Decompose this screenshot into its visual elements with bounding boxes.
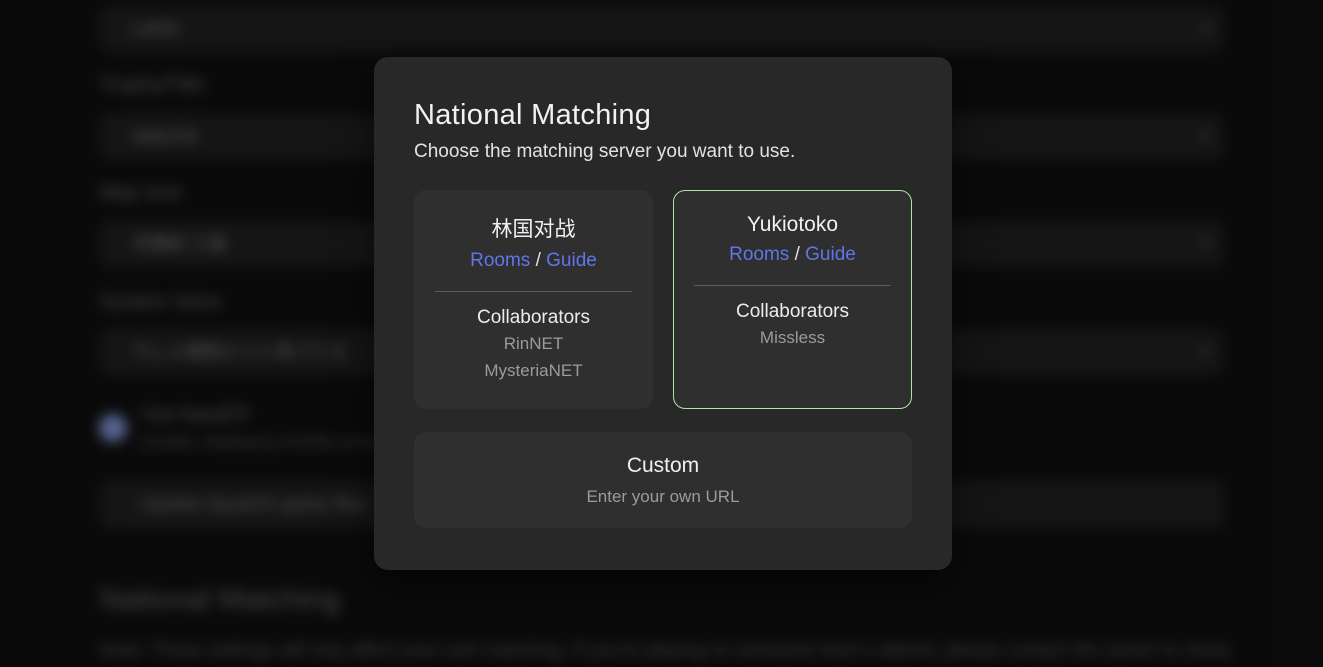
card-divider — [694, 285, 891, 286]
server-name: Yukiotoko — [674, 213, 911, 237]
server-card-yukiotoko[interactable]: Yukiotoko Rooms / Guide Collaborators Mi… — [673, 190, 912, 409]
custom-card-title: Custom — [627, 454, 699, 478]
collaborator-name: MysteriaNET — [415, 359, 652, 383]
server-name: 林国对战 — [415, 213, 652, 243]
dialog-subtitle: Choose the matching server you want to u… — [414, 141, 912, 163]
rooms-link[interactable]: Rooms — [729, 244, 789, 265]
collaborators-label: Collaborators — [674, 301, 911, 323]
link-separator: / — [530, 250, 546, 271]
server-options-row: 林国对战 Rooms / Guide Collaborators RinNET … — [414, 190, 912, 409]
rooms-link[interactable]: Rooms — [470, 250, 530, 271]
custom-card-subtitle: Enter your own URL — [586, 487, 739, 507]
server-links: Rooms / Guide — [674, 244, 911, 266]
custom-server-card[interactable]: Custom Enter your own URL — [414, 432, 912, 528]
card-divider — [435, 291, 632, 292]
national-matching-dialog: National Matching Choose the matching se… — [374, 57, 952, 570]
guide-link[interactable]: Guide — [805, 244, 856, 265]
collaborator-name: Missless — [674, 326, 911, 350]
collaborators-label: Collaborators — [415, 307, 652, 329]
link-separator: / — [789, 244, 805, 265]
server-links: Rooms / Guide — [415, 250, 652, 272]
server-card-linguo[interactable]: 林国对战 Rooms / Guide Collaborators RinNET … — [414, 190, 653, 409]
guide-link[interactable]: Guide — [546, 250, 597, 271]
dialog-title: National Matching — [414, 99, 912, 132]
collaborator-name: RinNET — [415, 332, 652, 356]
